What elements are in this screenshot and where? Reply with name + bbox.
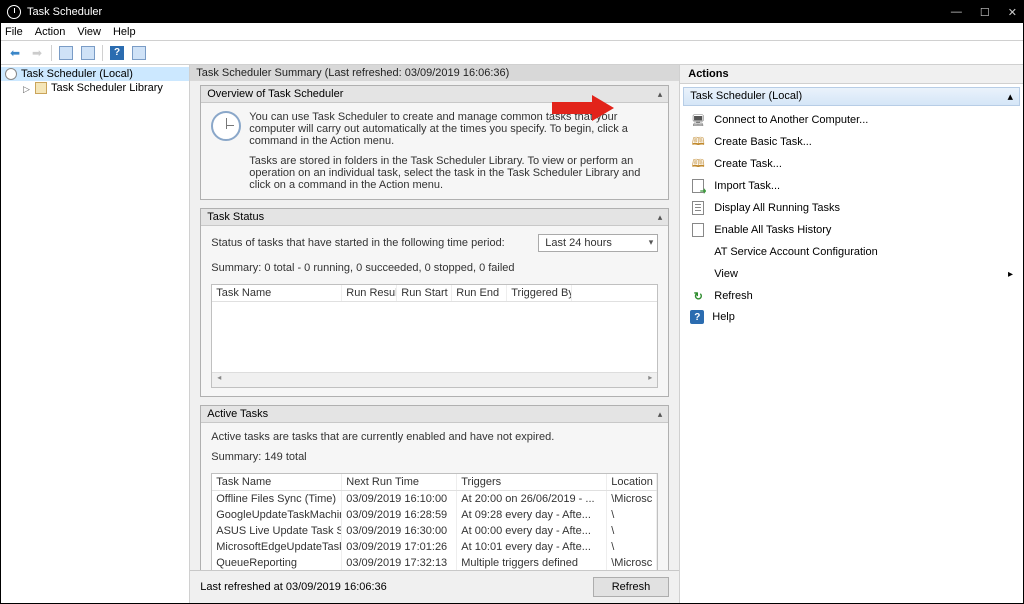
overview-panel: Overview of Task Scheduler ▴ You can use… xyxy=(200,85,669,200)
action-at-service-account[interactable]: AT Service Account Configuration xyxy=(680,241,1023,263)
computer-icon: 🖥 xyxy=(690,112,706,128)
collapse-icon[interactable]: ▴ xyxy=(658,89,663,100)
actions-group-label: Task Scheduler (Local) xyxy=(690,90,802,103)
status-period-label: Status of tasks that have started in the… xyxy=(211,237,505,249)
tree-root-label: Task Scheduler (Local) xyxy=(21,68,133,80)
col-run-result[interactable]: Run Result xyxy=(342,285,397,301)
navigation-tree: Task Scheduler (Local) ▷ Task Scheduler … xyxy=(1,65,190,603)
active-table: Task Name Next Run Time Triggers Locatio… xyxy=(211,473,658,570)
active-tasks-panel: Active Tasks ▴ Active tasks are tasks th… xyxy=(200,405,669,570)
history-icon xyxy=(690,222,706,238)
calendar-button-3[interactable] xyxy=(129,43,149,63)
col-next-run-time[interactable]: Next Run Time xyxy=(342,474,457,490)
actions-header: Actions xyxy=(680,65,1023,84)
active-title: Active Tasks xyxy=(207,408,268,420)
expand-icon[interactable]: ▷ xyxy=(23,84,31,92)
overview-text-2: Tasks are stored in folders in the Task … xyxy=(211,155,658,191)
status-table: Task Name Run Result Run Start Run End T… xyxy=(211,284,658,388)
title-bar: Task Scheduler — ☐ ✕ xyxy=(1,1,1023,23)
summary-header: Task Scheduler Summary (Last refreshed: … xyxy=(190,65,679,81)
table-row[interactable]: GoogleUpdateTaskMachineUA03/09/2019 16:2… xyxy=(212,507,657,523)
action-create-basic-task[interactable]: 🕮Create Basic Task... xyxy=(680,131,1023,153)
help-button[interactable]: ? xyxy=(107,43,127,63)
overview-title: Overview of Task Scheduler xyxy=(207,88,343,100)
library-icon xyxy=(35,82,47,94)
scheduler-icon xyxy=(5,68,17,80)
menu-view[interactable]: View xyxy=(77,26,101,38)
col-triggered-by[interactable]: Triggered By xyxy=(507,285,572,301)
back-button[interactable] xyxy=(5,43,25,63)
table-row[interactable]: MicrosoftEdgeUpdateTaskMachine...03/09/2… xyxy=(212,539,657,555)
window-title: Task Scheduler xyxy=(27,6,102,18)
create-basic-icon: 🕮 xyxy=(690,134,706,150)
task-status-title: Task Status xyxy=(207,211,264,223)
import-icon xyxy=(690,178,706,194)
app-icon xyxy=(7,5,21,19)
active-desc: Active tasks are tasks that are currentl… xyxy=(211,431,658,443)
action-enable-tasks-history[interactable]: Enable All Tasks History xyxy=(680,219,1023,241)
last-refreshed: Last refreshed at 03/09/2019 16:06:36 xyxy=(200,581,387,593)
action-help[interactable]: ?Help xyxy=(680,307,1023,327)
table-row[interactable]: QueueReporting03/09/2019 17:32:13Multipl… xyxy=(212,555,657,570)
status-hscroll[interactable] xyxy=(212,372,657,387)
forward-button xyxy=(27,43,47,63)
create-task-icon: 🕮 xyxy=(690,156,706,172)
active-table-body[interactable]: Offline Files Sync (Time)03/09/2019 16:1… xyxy=(212,491,657,570)
table-row[interactable]: Offline Files Sync (Time)03/09/2019 16:1… xyxy=(212,491,657,507)
toolbar: ? xyxy=(1,41,1023,65)
menu-help[interactable]: Help xyxy=(113,26,136,38)
center-pane: Task Scheduler Summary (Last refreshed: … xyxy=(190,65,680,603)
actions-group[interactable]: Task Scheduler (Local) ▴ xyxy=(683,87,1020,106)
list-icon xyxy=(690,200,706,216)
calendar-button-2[interactable] xyxy=(78,43,98,63)
col-location[interactable]: Location xyxy=(607,474,657,490)
col-run-start[interactable]: Run Start xyxy=(397,285,452,301)
minimize-button[interactable]: — xyxy=(951,6,962,19)
table-row[interactable]: ASUS Live Update Task Schedule03/09/2019… xyxy=(212,523,657,539)
col-task-name[interactable]: Task Name xyxy=(212,474,342,490)
collapse-icon[interactable]: ▴ xyxy=(658,212,663,223)
menu-action[interactable]: Action xyxy=(35,26,66,38)
tree-child-label: Task Scheduler Library xyxy=(51,82,163,94)
action-connect-another-computer[interactable]: 🖥Connect to Another Computer... xyxy=(680,109,1023,131)
blank-icon xyxy=(690,244,706,260)
col-task-name[interactable]: Task Name xyxy=(212,285,342,301)
footer-bar: Last refreshed at 03/09/2019 16:06:36 Re… xyxy=(190,570,679,603)
status-table-body xyxy=(212,302,657,372)
period-select[interactable]: Last 24 hours xyxy=(538,234,658,252)
close-button[interactable]: ✕ xyxy=(1008,6,1017,19)
menu-bar: File Action View Help xyxy=(1,23,1023,41)
menu-file[interactable]: File xyxy=(5,26,23,38)
overview-text-1: You can use Task Scheduler to create and… xyxy=(211,111,658,147)
maximize-button[interactable]: ☐ xyxy=(980,6,990,19)
blank-icon xyxy=(690,266,706,282)
col-run-end[interactable]: Run End xyxy=(452,285,507,301)
refresh-button[interactable]: Refresh xyxy=(593,577,670,597)
action-view[interactable]: View▸ xyxy=(680,263,1023,285)
action-refresh[interactable]: Refresh xyxy=(680,285,1023,307)
tree-child-library[interactable]: ▷ Task Scheduler Library xyxy=(1,81,189,95)
help-icon: ? xyxy=(690,310,704,324)
action-display-running-tasks[interactable]: Display All Running Tasks xyxy=(680,197,1023,219)
calendar-button-1[interactable] xyxy=(56,43,76,63)
tree-root-scheduler[interactable]: Task Scheduler (Local) xyxy=(1,67,189,81)
collapse-icon: ▴ xyxy=(1007,90,1013,103)
active-summary: Summary: 149 total xyxy=(211,451,658,463)
actions-pane: Actions Task Scheduler (Local) ▴ 🖥Connec… xyxy=(680,65,1023,603)
collapse-icon[interactable]: ▴ xyxy=(658,409,663,420)
action-import-task[interactable]: Import Task... xyxy=(680,175,1023,197)
status-summary: Summary: 0 total - 0 running, 0 succeede… xyxy=(211,262,658,274)
action-create-task[interactable]: 🕮Create Task... xyxy=(680,153,1023,175)
submenu-icon: ▸ xyxy=(1008,269,1013,280)
col-triggers[interactable]: Triggers xyxy=(457,474,607,490)
refresh-icon xyxy=(690,288,706,304)
task-status-panel: Task Status ▴ Status of tasks that have … xyxy=(200,208,669,397)
